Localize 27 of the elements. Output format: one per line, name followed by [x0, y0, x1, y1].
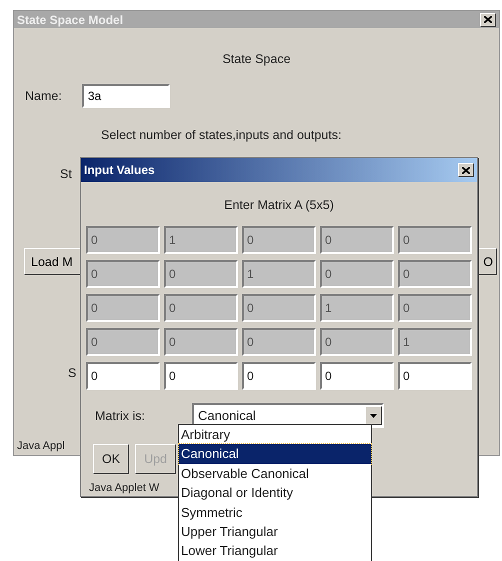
side-button[interactable]: O [477, 248, 497, 275]
dropdown-option[interactable]: Canonical [179, 444, 371, 464]
close-button[interactable] [480, 12, 496, 26]
prompt-text: Select number of states,inputs and outputs: [101, 128, 342, 142]
matrix-cell[interactable]: 0 [242, 362, 316, 390]
close-icon [484, 16, 492, 23]
load-button[interactable]: Load M [24, 248, 81, 275]
partial-label: St [60, 167, 72, 181]
close-icon [462, 166, 470, 174]
matrix-cell[interactable]: 0 [86, 362, 160, 390]
matrix-label: Matrix is: [95, 408, 145, 422]
name-label: Name: [25, 89, 62, 103]
matrix-cell[interactable]: 0 [164, 362, 238, 390]
name-field[interactable]: 3a [82, 84, 170, 108]
dropdown-button[interactable] [365, 406, 382, 425]
ok-button[interactable]: OK [93, 444, 130, 474]
dialog-title: Input Values [84, 163, 155, 177]
caret-icon [370, 414, 377, 418]
heading: State Space [221, 52, 292, 66]
close-button[interactable] [458, 163, 474, 177]
window-title: State Space Model [17, 12, 124, 26]
partial-label: S [68, 366, 76, 380]
matrix-heading: Enter Matrix A (5x5) [223, 198, 335, 212]
matrix-cell[interactable]: 0 [320, 362, 394, 390]
status-text: Java Applet W [89, 482, 160, 494]
status-text: Java Appl [17, 440, 65, 452]
matrix-cell[interactable]: 0 [398, 362, 472, 390]
